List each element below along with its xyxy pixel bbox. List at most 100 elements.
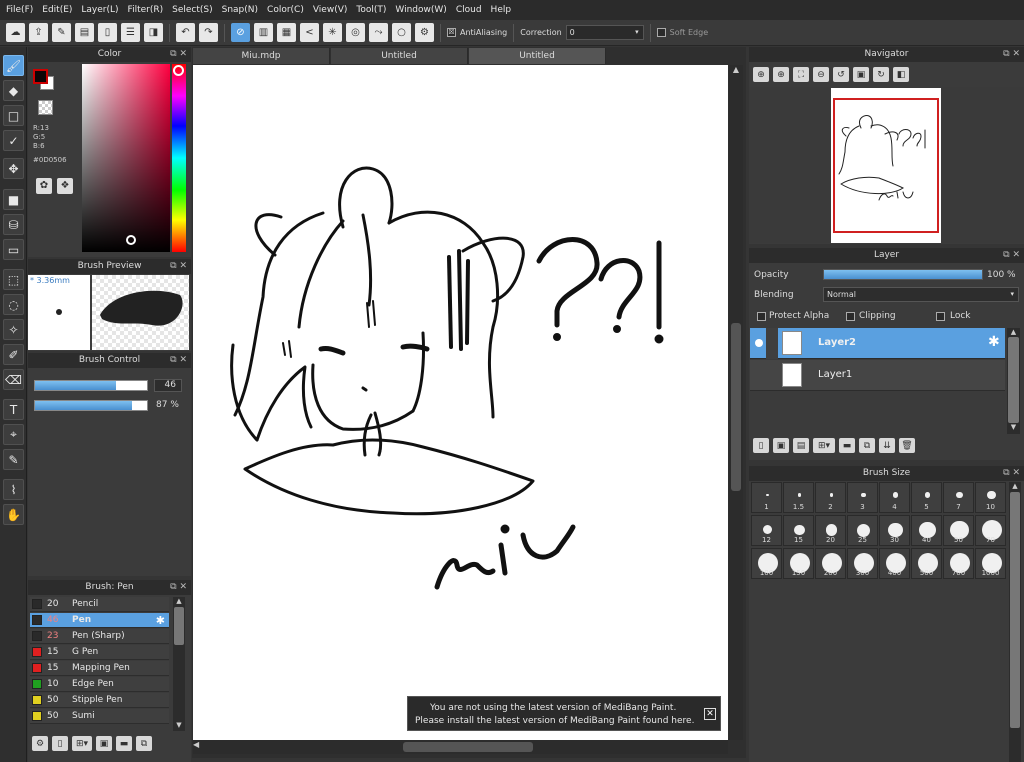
parallel-snap-icon[interactable]: ▥: [254, 23, 273, 42]
menu-layer[interactable]: Layer(L): [79, 5, 125, 15]
undo-icon[interactable]: ↶: [176, 23, 195, 42]
brush-size-cell[interactable]: 5: [911, 482, 942, 513]
protect-alpha-checkbox[interactable]: [757, 312, 766, 321]
upload-icon[interactable]: ⇪: [29, 23, 48, 42]
magic-wand-tool-icon[interactable]: ✧: [3, 319, 24, 340]
hand-tool-icon[interactable]: ✋: [3, 504, 24, 525]
brush-item[interactable]: 50 Stipple Pen: [30, 693, 169, 708]
brush-folder-icon[interactable]: ▬: [116, 736, 132, 751]
add-layer-menu-icon[interactable]: ⊞▾: [813, 438, 835, 453]
brush-size-cell[interactable]: 100: [751, 548, 782, 579]
menu-select[interactable]: Select(S): [170, 5, 220, 15]
hue-slider[interactable]: [172, 64, 186, 252]
new-folder-icon[interactable]: ▬: [839, 438, 855, 453]
zoom-in-icon[interactable]: ⊕: [773, 67, 789, 82]
color-square[interactable]: [82, 64, 170, 252]
brush-size-cell[interactable]: 1: [751, 482, 782, 513]
layer-opacity-slider[interactable]: [823, 269, 983, 280]
drawing-canvas[interactable]: [193, 65, 728, 740]
new-halftone-layer-icon[interactable]: ▣: [773, 438, 789, 453]
brush-size-slider[interactable]: [34, 380, 148, 391]
menu-help[interactable]: Help: [489, 5, 519, 15]
brush-tool-icon[interactable]: 🖌: [3, 55, 24, 76]
canvas-horizontal-scroll-thumb[interactable]: [403, 742, 533, 752]
merge-layer-icon[interactable]: ⇊: [879, 438, 895, 453]
panel-controls[interactable]: ⧉ ✕: [170, 580, 187, 595]
bucket-tool-icon[interactable]: ⛁: [3, 214, 24, 235]
brush-size-cell[interactable]: 300: [847, 548, 878, 579]
menu-window[interactable]: Window(W): [393, 5, 453, 15]
menu-file[interactable]: File(F): [4, 5, 40, 15]
brush-size-value[interactable]: 46: [154, 379, 182, 392]
brush-size-scroll-up-icon[interactable]: ▲: [1009, 482, 1021, 492]
brush-size-cell[interactable]: 25: [847, 515, 878, 546]
foreground-color-swatch[interactable]: [33, 69, 48, 84]
brush-properties-icon[interactable]: ▣: [96, 736, 112, 751]
dot-tool-icon[interactable]: □: [3, 105, 24, 126]
canvas-vertical-scrollbar[interactable]: ▲: [729, 65, 743, 740]
delete-layer-icon[interactable]: 🗑: [899, 438, 915, 453]
brush-size-cell[interactable]: 7: [943, 482, 974, 513]
new-layer-icon[interactable]: ▯: [753, 438, 769, 453]
clipping-checkbox[interactable]: [846, 312, 855, 321]
transparent-color-swatch[interactable]: [38, 100, 53, 115]
soft-edge-checkbox[interactable]: [656, 28, 666, 37]
tab-miu[interactable]: Miu.mdp: [193, 48, 330, 64]
brush-settings-icon[interactable]: ⚙: [32, 736, 48, 751]
brush-size-cell[interactable]: 4: [879, 482, 910, 513]
pen-tool-icon[interactable]: ✎: [3, 449, 24, 470]
brush-item[interactable]: 10 Edge Pen: [30, 677, 169, 692]
new-8bit-layer-icon[interactable]: ▤: [793, 438, 809, 453]
panel-controls[interactable]: ⧉ ✕: [170, 259, 187, 274]
select-check-tool-icon[interactable]: ✓: [3, 130, 24, 151]
brush-size-cell[interactable]: 1000: [975, 548, 1006, 579]
brush-size-cell[interactable]: 12: [751, 515, 782, 546]
canvas-scroll-left-icon[interactable]: ◀: [193, 740, 205, 749]
brush-size-cell[interactable]: 30: [879, 515, 910, 546]
select-rect-tool-icon[interactable]: ⬚: [3, 269, 24, 290]
actual-size-icon[interactable]: ▣: [853, 67, 869, 82]
cloud-icon[interactable]: ☁: [6, 23, 25, 42]
message-icon[interactable]: ▤: [75, 23, 94, 42]
list-icon[interactable]: ☰: [121, 23, 140, 42]
brush-list-scroll-thumb[interactable]: [174, 607, 184, 645]
brush-settings-gear-icon[interactable]: ✱: [156, 614, 165, 627]
navigator-preview[interactable]: [749, 87, 1024, 243]
brush-item[interactable]: 15 Mapping Pen: [30, 661, 169, 676]
tab-untitled-1[interactable]: Untitled: [331, 48, 468, 64]
circle-snap-icon[interactable]: ○: [392, 23, 411, 42]
hue-cursor[interactable]: [173, 65, 184, 76]
menu-view[interactable]: View(V): [311, 5, 355, 15]
zoom-out-icon[interactable]: ⊖: [813, 67, 829, 82]
update-notification[interactable]: You are not using the latest version of …: [407, 696, 721, 731]
brush-size-cell[interactable]: 15: [783, 515, 814, 546]
brush-size-cell[interactable]: 200: [815, 548, 846, 579]
brush-size-cell[interactable]: 700: [943, 548, 974, 579]
lasso-tool-icon[interactable]: ◌: [3, 294, 24, 315]
brush-size-cell[interactable]: 70: [975, 515, 1006, 546]
eyedropper-tool-icon[interactable]: ⌇: [3, 479, 24, 500]
menu-snap[interactable]: Snap(N): [220, 5, 265, 15]
menu-tool[interactable]: Tool(T): [354, 5, 393, 15]
lock-checkbox[interactable]: [936, 312, 945, 321]
blending-select[interactable]: Normal ▾: [823, 287, 1019, 302]
fill-rect-tool-icon[interactable]: ■: [3, 189, 24, 210]
brush-size-cell[interactable]: 40: [911, 515, 942, 546]
perspective-snap-icon[interactable]: <: [300, 23, 319, 42]
brush-list-scrollbar[interactable]: ▲ ▼: [173, 597, 185, 731]
brush-opacity-slider[interactable]: [34, 400, 148, 411]
text-tool-icon[interactable]: T: [3, 399, 24, 420]
close-notification-icon[interactable]: ✕: [704, 708, 716, 720]
layer-scroll-thumb[interactable]: [1008, 337, 1019, 423]
menu-filter[interactable]: Filter(R): [126, 5, 171, 15]
brush-item[interactable]: 20 Pencil: [30, 597, 169, 612]
brush-size-cell[interactable]: 3: [847, 482, 878, 513]
brush-size-cell[interactable]: 1.5: [783, 482, 814, 513]
duplicate-layer-icon[interactable]: ⧉: [859, 438, 875, 453]
brush-size-cell[interactable]: 50: [943, 515, 974, 546]
snap-settings-icon[interactable]: ⚙: [415, 23, 434, 42]
add-brush-icon[interactable]: ⊞▾: [72, 736, 92, 751]
brush-list-scroll-down-icon[interactable]: ▼: [173, 721, 185, 731]
panel-controls[interactable]: ⧉ ✕: [1003, 466, 1020, 481]
correction-select[interactable]: 0 ▾: [565, 25, 644, 40]
